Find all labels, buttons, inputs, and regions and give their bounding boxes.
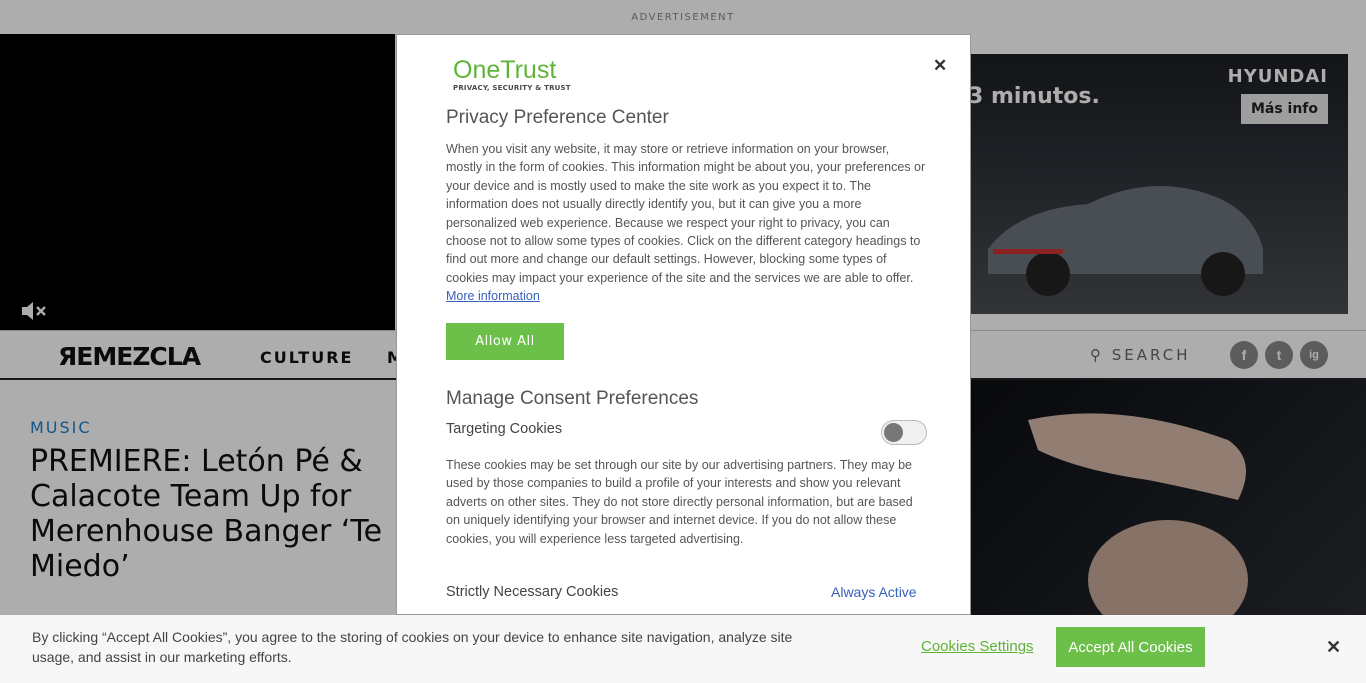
- close-icon[interactable]: ✕: [1326, 637, 1341, 658]
- targeting-cookies-toggle[interactable]: [881, 420, 927, 445]
- cookie-banner-text: By clicking “Accept All Cookies”, you ag…: [32, 629, 793, 665]
- always-active-status: Always Active: [831, 584, 917, 600]
- cookies-settings-link[interactable]: Cookies Settings: [921, 638, 1034, 655]
- allow-all-button[interactable]: Allow All: [446, 323, 564, 360]
- more-information-link[interactable]: More information: [446, 289, 540, 303]
- onetrust-logo: OneTrust PRIVACY, SECURITY & TRUST: [453, 56, 571, 92]
- onetrust-brand: OneTrust: [453, 56, 557, 84]
- toggle-knob: [884, 423, 903, 442]
- manage-consent-title: Manage Consent Preferences: [446, 388, 699, 409]
- accept-all-cookies-button[interactable]: Accept All Cookies: [1056, 627, 1205, 667]
- modal-description-text: When you visit any website, it may store…: [446, 142, 926, 285]
- modal-description: When you visit any website, it may store…: [446, 140, 928, 306]
- category-targeting-cookies[interactable]: Targeting Cookies: [446, 421, 928, 437]
- targeting-cookies-description: These cookies may be set through our sit…: [446, 458, 913, 546]
- modal-title: Privacy Preference Center: [446, 107, 669, 128]
- close-icon[interactable]: ✕: [933, 56, 947, 76]
- privacy-preference-center-dialog: OneTrust PRIVACY, SECURITY & TRUST ✕ Pri…: [396, 34, 971, 615]
- cookie-consent-banner: By clicking “Accept All Cookies”, you ag…: [0, 615, 1366, 683]
- onetrust-tagline: PRIVACY, SECURITY & TRUST: [453, 84, 571, 92]
